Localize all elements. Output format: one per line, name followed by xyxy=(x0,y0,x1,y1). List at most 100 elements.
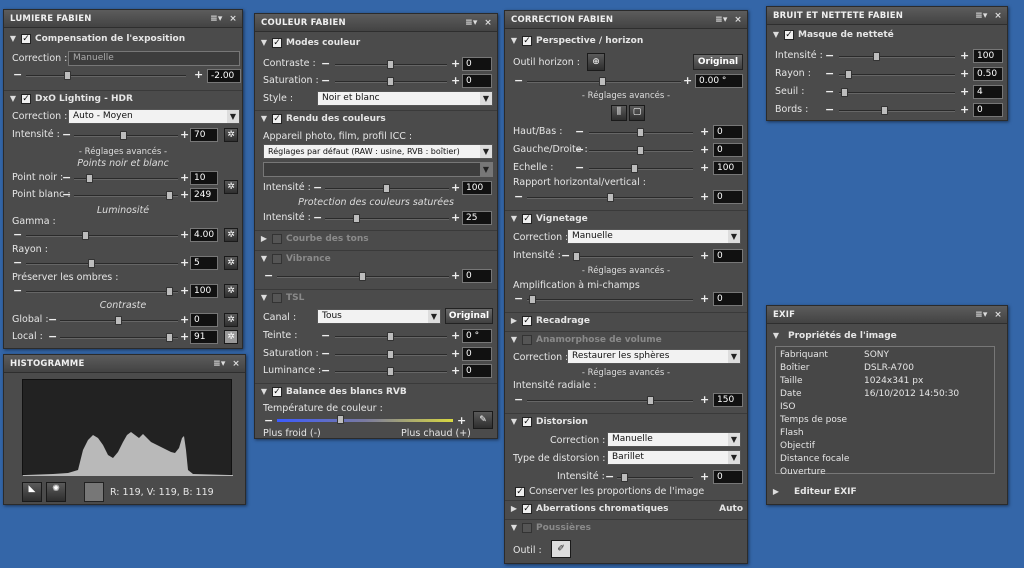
minus-button[interactable]: − xyxy=(321,57,330,71)
minus-button[interactable]: − xyxy=(321,329,330,343)
sec-tsl[interactable]: ▼ TSL xyxy=(255,289,497,305)
keep-proportions-row[interactable]: ✓ Conserver les proportions de l'image xyxy=(513,485,704,499)
magic-wand-icon[interactable]: ✲ xyxy=(224,180,238,194)
render-intensity-slider[interactable] xyxy=(325,184,449,193)
render-checkbox[interactable]: ✓ xyxy=(272,113,282,124)
vignetting-intensity-value[interactable]: 0 xyxy=(713,249,743,263)
expand-triangle-icon[interactable]: ▼ xyxy=(258,290,270,306)
slider-knob[interactable] xyxy=(383,184,390,193)
mask-threshold-slider[interactable] xyxy=(839,88,955,97)
horizon-tool-icon[interactable]: ⊕ xyxy=(587,53,605,71)
exposure-slider[interactable] xyxy=(26,71,186,80)
tsl-saturation-slider[interactable] xyxy=(335,350,447,359)
expand-triangle-icon[interactable]: ▼ xyxy=(258,111,270,127)
saturation-value[interactable]: 0 xyxy=(462,74,492,88)
local-slider[interactable] xyxy=(60,333,178,342)
expand-triangle-icon[interactable]: ▶ xyxy=(508,501,520,517)
panel-menu-icon[interactable]: ≡▾ × xyxy=(210,10,237,28)
expand-triangle-icon[interactable]: ▼ xyxy=(7,91,19,107)
slider-knob[interactable] xyxy=(881,106,888,115)
minus-button[interactable]: − xyxy=(13,284,22,298)
sec-render[interactable]: ▼ ✓ Rendu des couleurs xyxy=(255,110,497,126)
minus-button[interactable]: − xyxy=(514,74,523,88)
shadows-value[interactable]: 100 xyxy=(190,284,218,298)
perspective-checkbox[interactable]: ✓ xyxy=(522,35,532,46)
mask-threshold-value[interactable]: 4 xyxy=(973,85,1003,99)
vibrance-slider[interactable] xyxy=(277,272,449,281)
sec-anamorph[interactable]: ▼ Anamorphose de volume xyxy=(505,331,747,347)
sec-editor[interactable]: ▶ Editeur EXIF xyxy=(767,484,1007,500)
magic-wand-icon[interactable]: ✲ xyxy=(224,313,238,327)
angle-slider[interactable] xyxy=(527,77,681,86)
magic-wand-icon[interactable]: ✲ xyxy=(224,128,238,142)
minus-button[interactable]: − xyxy=(575,143,584,157)
eraser-icon[interactable]: ✐ xyxy=(551,540,571,558)
minus-button[interactable]: − xyxy=(561,249,570,263)
plus-button[interactable]: + xyxy=(683,74,692,88)
radial-value[interactable]: 150 xyxy=(713,393,743,407)
plus-button[interactable]: + xyxy=(180,313,189,327)
slider-knob[interactable] xyxy=(631,164,638,173)
temperature-slider[interactable] xyxy=(277,415,453,424)
plus-button[interactable]: + xyxy=(451,211,460,225)
exposure-value[interactable]: -2.00 xyxy=(207,69,241,83)
panel-menu-icon[interactable]: ≡▾ × xyxy=(975,306,1002,324)
distortion-intensity-value[interactable]: 0 xyxy=(713,470,743,484)
minus-button[interactable]: − xyxy=(321,347,330,361)
shadow-clipping-icon[interactable]: ◣ xyxy=(22,482,42,502)
anamorph-correction-select[interactable]: Restaurer les sphères ▼ xyxy=(567,349,741,364)
magic-wand-icon[interactable]: ✲ xyxy=(224,330,238,344)
expand-triangle-icon[interactable]: ▶ xyxy=(770,484,782,500)
minus-button[interactable]: − xyxy=(13,256,22,270)
panel-menu-icon[interactable]: ≡▾ × xyxy=(213,355,240,373)
mask-checkbox[interactable]: ✓ xyxy=(784,29,794,40)
plus-button[interactable]: + xyxy=(180,128,189,142)
plus-button[interactable]: + xyxy=(700,190,709,204)
slider-knob[interactable] xyxy=(115,316,122,325)
minus-button[interactable]: − xyxy=(62,171,71,185)
global-value[interactable]: 0 xyxy=(190,313,218,327)
sec-exposure[interactable]: ▼ ✓ Compensation de l'exposition xyxy=(4,31,242,47)
slider-knob[interactable] xyxy=(841,88,848,97)
luminance-value[interactable]: 0 xyxy=(462,364,492,378)
expand-triangle-icon[interactable]: ▼ xyxy=(508,33,520,49)
slider-knob[interactable] xyxy=(120,131,127,140)
slider-knob[interactable] xyxy=(86,174,93,183)
plus-button[interactable]: + xyxy=(451,364,460,378)
white-point-slider[interactable] xyxy=(74,191,178,200)
minus-button[interactable]: − xyxy=(48,313,57,327)
plus-button[interactable]: + xyxy=(451,57,460,71)
minus-button[interactable]: − xyxy=(264,414,273,428)
slider-knob[interactable] xyxy=(387,60,394,69)
slider-knob[interactable] xyxy=(166,287,173,296)
slider-knob[interactable] xyxy=(387,350,394,359)
crop-checkbox[interactable]: ✓ xyxy=(522,315,532,326)
vibrance-value[interactable]: 0 xyxy=(462,269,492,283)
expand-triangle-icon[interactable]: ▼ xyxy=(770,27,782,43)
contrast-slider[interactable] xyxy=(335,60,447,69)
mask-intensity-value[interactable]: 100 xyxy=(973,49,1003,63)
distortion-intensity-slider[interactable] xyxy=(617,473,693,482)
minus-button[interactable]: − xyxy=(825,85,834,99)
mask-edges-slider[interactable] xyxy=(839,106,955,115)
horizon-original-button[interactable]: Original xyxy=(693,54,743,70)
channel-select[interactable]: Tous ▼ xyxy=(317,309,441,324)
style-select[interactable]: Noir et blanc ▼ xyxy=(317,91,493,106)
radial-slider[interactable] xyxy=(527,396,693,405)
minus-button[interactable]: − xyxy=(514,393,523,407)
protection-value[interactable]: 25 xyxy=(462,211,492,225)
sec-crop[interactable]: ▶ ✓ Recadrage xyxy=(505,312,747,328)
sec-perspective[interactable]: ▼ ✓ Perspective / horizon xyxy=(505,33,747,49)
dxo-checkbox[interactable]: ✓ xyxy=(21,93,31,104)
slider-knob[interactable] xyxy=(845,70,852,79)
minus-button[interactable]: − xyxy=(62,188,71,202)
midfield-value[interactable]: 0 xyxy=(713,292,743,306)
luminance-slider[interactable] xyxy=(335,367,447,376)
radius-slider[interactable] xyxy=(26,259,178,268)
render-intensity-value[interactable]: 100 xyxy=(462,181,492,195)
black-point-slider[interactable] xyxy=(74,174,178,183)
slider-knob[interactable] xyxy=(573,252,580,261)
plus-button[interactable]: + xyxy=(960,85,969,99)
gamma-value[interactable]: 4.00 xyxy=(190,228,218,242)
wb-checkbox[interactable]: ✓ xyxy=(272,386,282,397)
